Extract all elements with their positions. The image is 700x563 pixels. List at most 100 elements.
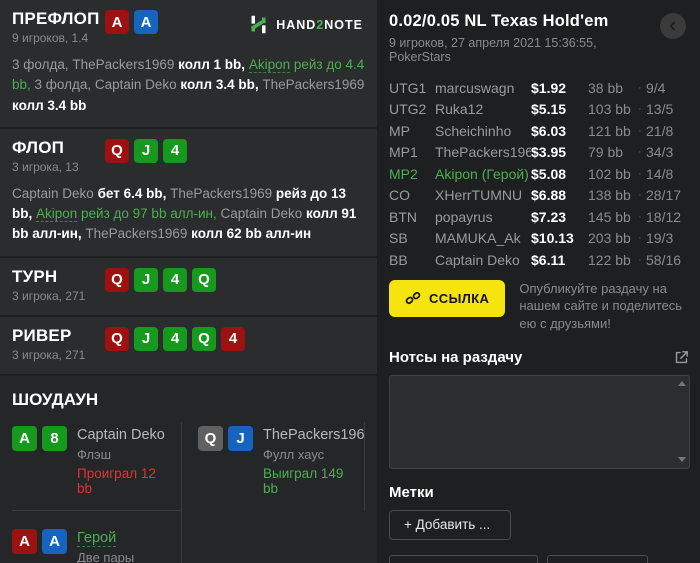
- player-stack: $3.95: [531, 144, 567, 161]
- player-stack: $6.11: [531, 251, 566, 268]
- player-name: MAMUKA_Ak: [435, 230, 531, 246]
- hole-cards: A8: [12, 425, 67, 496]
- card-A-c: A: [12, 425, 37, 451]
- stats-separator: ·: [638, 189, 642, 202]
- copy-button[interactable]: КОПИРОВАТЬ: [389, 555, 539, 563]
- player-stack-bb: 122 bb: [588, 251, 631, 268]
- hand2note-logo-text: HAND2NOTE: [276, 18, 363, 32]
- streets-list: ПРЕФЛОП 9 игроков, 1.4 AA HAND2NOTE 3 фо…: [0, 0, 377, 376]
- card-4-c: 4: [163, 267, 187, 292]
- showdown-entry: QJ ThePackers1969 Фулл хаус Выиграл 149 …: [182, 421, 365, 511]
- player-name: ThePackers1969: [435, 144, 531, 160]
- player-position: UTG2: [389, 101, 427, 118]
- player-stack-bb: 38 bb: [588, 79, 624, 96]
- player-name-text[interactable]: Akipon (Герой): [435, 165, 529, 182]
- player-stack: $5.08: [531, 165, 567, 182]
- stats-separator: ·: [638, 124, 642, 137]
- collapse-panel-button[interactable]: [660, 13, 686, 39]
- logo-text-part: HAND: [276, 17, 317, 32]
- player-row: MP1 ThePackers1969 $3.95 79 bb · 34/3: [389, 142, 692, 164]
- player-position: CO: [389, 187, 410, 204]
- board-cards: QJ4: [105, 138, 187, 163]
- player-stack: $5.15: [531, 101, 567, 118]
- showdown-combo: Флэш: [77, 446, 112, 462]
- player-name: Scheichinho: [435, 123, 531, 139]
- hand2note-logo[interactable]: HAND2NOTE: [248, 14, 363, 35]
- player-name: Akipon (Герой): [435, 165, 531, 182]
- player-stack-bb: 79 bb: [588, 144, 624, 161]
- scroll-down-icon[interactable]: [678, 457, 686, 463]
- card-Q-c: Q: [192, 267, 216, 292]
- action-text: колл 3.4 bb: [12, 97, 87, 113]
- share-link-button[interactable]: ССЫЛКА: [389, 279, 506, 317]
- action-text: 3 фолда, Captain Deko: [34, 77, 181, 93]
- chain-link-icon: [405, 290, 421, 306]
- text-button[interactable]: ТЕКСТ: [547, 555, 648, 563]
- street-subtitle: 3 игрока, 13: [12, 159, 79, 174]
- showdown-player-name: Captain Deko: [77, 426, 165, 443]
- hand-history-viewer: ПРЕФЛОП 9 игроков, 1.4 AA HAND2NOTE 3 фо…: [0, 0, 700, 563]
- player-link[interactable]: Akipon: [248, 57, 291, 73]
- player-stats: 14/8: [646, 165, 674, 182]
- share-row: ССЫЛКА Опубликуйте раздачу на нашем сайт…: [389, 279, 692, 333]
- action-text: ThePackers1969: [170, 185, 276, 201]
- action-text: рейз до 97 bb алл-ин,: [77, 206, 221, 221]
- player-row: MP2 Akipon (Герой) $5.08 102 bb · 14/8: [389, 163, 692, 185]
- stats-separator: ·: [638, 81, 642, 94]
- street-actions: 3 фолда, ThePackers1969 колл 1 bb, Akipo…: [12, 55, 365, 116]
- player-stack-bb: 103 bb: [588, 101, 631, 118]
- notes-title: Нотсы на раздачу: [389, 349, 523, 367]
- scroll-up-icon[interactable]: [678, 381, 686, 387]
- hole-cards: AA: [12, 528, 67, 563]
- action-text: колл 3.4 bb,: [180, 77, 263, 93]
- stats-separator: ·: [638, 167, 642, 180]
- showdown-player-info: Герой Две пары Проиграл 102 bb: [77, 529, 173, 563]
- open-notes-external-button[interactable]: [673, 349, 690, 366]
- player-name: popayrus: [435, 209, 531, 225]
- street-title-block: ТУРН 3 игрока, 271: [12, 267, 105, 303]
- street-section: ПРЕФЛОП 9 игроков, 1.4 AA HAND2NOTE 3 фо…: [0, 0, 377, 129]
- card-4-c: 4: [163, 326, 187, 351]
- player-row: BB Captain Deko $6.11 122 bb · 58/16: [389, 249, 692, 271]
- player-stats: 28/17: [646, 187, 682, 204]
- street-subtitle: 3 игрока, 271: [12, 347, 86, 362]
- player-position: BTN: [389, 208, 417, 225]
- action-text: бет 6.4 bb,: [97, 185, 171, 201]
- street-section: ФЛОП 3 игрока, 13 QJ4 Captain Deko бет 6…: [0, 129, 377, 258]
- hand2note-logo-icon: [248, 14, 269, 35]
- street-section: РИВЕР 3 игрока, 271 QJ4Q4: [0, 317, 377, 376]
- player-name-text: popayrus: [435, 208, 493, 225]
- card-4-h: 4: [221, 326, 245, 351]
- players-table: UTG1 marcuswagn $1.92 38 bb · 9/4 UTG2 R…: [389, 77, 692, 271]
- player-name-text: Ruka12: [435, 101, 484, 118]
- player-stack: $6.88: [531, 187, 567, 204]
- game-subtitle: 9 игроков, 27 апреля 2021 15:36:55, Poke…: [389, 36, 597, 64]
- player-link[interactable]: Akipon: [36, 206, 78, 222]
- showdown-player-info: Captain Deko Флэш Проиграл 12 bb: [77, 426, 173, 496]
- card-Q-c: Q: [192, 326, 216, 351]
- street-title-block: ПРЕФЛОП 9 игроков, 1.4: [12, 9, 105, 45]
- hand-notes-input[interactable]: [389, 375, 690, 470]
- card-J-c: J: [134, 267, 158, 292]
- card-Q-s: Q: [198, 425, 223, 451]
- board-cards: QJ4Q4: [105, 326, 245, 351]
- showdown-combo: Две пары: [77, 549, 135, 563]
- player-name-text: XHerrTUMNU: [435, 187, 523, 204]
- player-position: MP2: [389, 165, 418, 182]
- notes-header: Нотсы на раздачу: [389, 349, 692, 366]
- player-stats: 18/12: [646, 208, 682, 225]
- player-name: XHerrTUMNU: [435, 187, 531, 203]
- street-header: ПРЕФЛОП 9 игроков, 1.4 AA HAND2NOTE: [12, 9, 365, 47]
- player-row: SB MAMUKA_Ak $10.13 203 bb · 19/3: [389, 228, 692, 250]
- player-stack: $7.23: [531, 208, 567, 225]
- card-J-c: J: [134, 326, 158, 351]
- card-4-c: 4: [163, 138, 187, 163]
- player-stats: 21/8: [646, 122, 674, 139]
- action-text: ThePackers1969: [85, 226, 192, 242]
- showdown-player-name[interactable]: Герой: [77, 530, 117, 547]
- action-text: ThePackers1969: [262, 77, 365, 93]
- player-name-text: Captain Deko: [435, 251, 520, 268]
- card-Q-h: Q: [105, 267, 129, 292]
- add-tag-button[interactable]: + Добавить ...: [389, 510, 512, 541]
- external-link-icon: [673, 349, 690, 366]
